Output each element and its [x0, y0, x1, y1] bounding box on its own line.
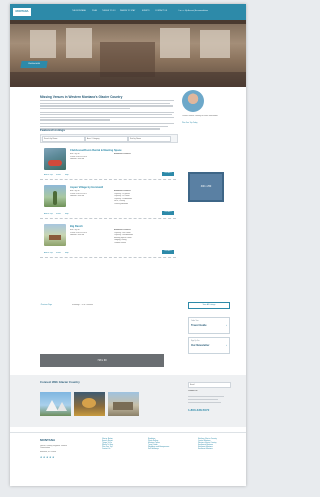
- nav-item[interactable]: EVENTS: [142, 10, 150, 12]
- ad-leaderboard[interactable]: 728 x 90: [40, 354, 164, 367]
- details-button[interactable]: DETAILS: [162, 172, 174, 176]
- contact-caption: Contact Glacier Country for more informa…: [182, 115, 218, 117]
- footer-link[interactable]: Contact Us: [102, 448, 113, 450]
- travel-guide-box[interactable]: Order Your Travel Guide ›: [188, 317, 230, 334]
- social-account-links[interactable]: f t ♥ ✉ ✈ My Account | Accommodations: [178, 10, 208, 12]
- view-all-button[interactable]: View All Listings: [188, 302, 230, 309]
- footer-links-col-3: Northern Glacier Country Central Montana…: [198, 438, 217, 450]
- footer-link[interactable]: Fall Getaways: [148, 448, 169, 450]
- share-link[interactable]: Share: [56, 213, 61, 215]
- connect-title: Connect With Glacier Country: [40, 380, 80, 384]
- page: MONTANA THE MONTANA PLAN THINGS TO DO WH…: [10, 4, 246, 486]
- details-button[interactable]: DETAILS: [162, 250, 174, 254]
- footer-links-col-2: Roadtrips Photo Gallery Montana Towns Tr…: [148, 438, 169, 450]
- arrow-right-icon: ›: [226, 343, 227, 347]
- listing-features-title: Additional Features: [114, 153, 131, 155]
- previous-page-link[interactable]: ‹ Previous Page: [40, 304, 52, 306]
- top-nav: MONTANA THE MONTANA PLAN THINGS TO DO WH…: [10, 4, 246, 20]
- contact-person-photo: [182, 90, 204, 112]
- footer-social-icons[interactable]: ★ ★ ★ ★ ★: [40, 456, 55, 459]
- page-title: Missing Venues in Western Montana's Glac…: [40, 95, 123, 99]
- phone-number[interactable]: 1-800-338-5072: [188, 408, 209, 412]
- newsletter-box[interactable]: Sign Up For Our Newsletter ›: [188, 337, 230, 354]
- filter-name-input[interactable]: Search by Name: [42, 135, 85, 142]
- nav-item[interactable]: THINGS TO DO: [102, 10, 116, 12]
- arrow-right-icon: ›: [226, 323, 227, 327]
- footer-logo[interactable]: MONTANA: [40, 438, 55, 442]
- social-photo[interactable]: [108, 392, 139, 416]
- listing-feature: Outdoor Venue: [114, 241, 127, 244]
- listing-image[interactable]: [44, 148, 66, 170]
- listing-title[interactable]: Big Ranch: [70, 225, 83, 228]
- plan-trip-link[interactable]: Plan Your Trip Today: [182, 122, 197, 124]
- listing-image[interactable]: [44, 185, 66, 207]
- montana-logo[interactable]: MONTANA: [13, 8, 31, 16]
- sort-select[interactable]: Sort by Name: [128, 135, 171, 142]
- map-link[interactable]: Map: [65, 213, 69, 215]
- listing-website[interactable]: Website: Visit Site: [70, 158, 84, 160]
- nav-item[interactable]: THE MONTANA: [72, 10, 86, 12]
- newsletter-email-input[interactable]: Email: [188, 382, 231, 388]
- footer-address-city: Missoula, MT 59808: [40, 451, 57, 453]
- add-to-trip-link[interactable]: Add to Trip: [44, 252, 53, 254]
- add-to-trip-link[interactable]: Add to Trip: [44, 213, 53, 215]
- listing-title[interactable]: Clubhouse/Room Rental & Meeting Space: [70, 149, 122, 152]
- footer-links-col-1: Glacier Nation Search Resort Things To D…: [102, 438, 113, 450]
- social-photo[interactable]: [40, 392, 71, 416]
- listing-website[interactable]: Website: Visit Site: [70, 234, 84, 236]
- share-link[interactable]: Share: [56, 174, 61, 176]
- listing-image[interactable]: [44, 224, 66, 246]
- map-link[interactable]: Map: [65, 252, 69, 254]
- listing-feature: Catering Available: [114, 202, 129, 205]
- ad-square[interactable]: 300 x 250: [188, 172, 224, 202]
- breadcrumb-tab[interactable]: Restaurants: [20, 61, 48, 68]
- nav-item[interactable]: PLAN: [92, 10, 97, 12]
- add-to-trip-link[interactable]: Add to Trip: [44, 174, 53, 176]
- filter-category-select[interactable]: Area / Category: [85, 135, 128, 142]
- nav-item[interactable]: WHERE TO STAY: [120, 10, 135, 12]
- footer-address: Glacier Country Regional Tourism Commiss…: [40, 445, 67, 450]
- featured-listings-title: Featured Listings: [40, 128, 66, 132]
- listing-website[interactable]: Website: Visit Site: [70, 195, 84, 197]
- results-count: Showing 1 - 3 of 3 Results: [72, 304, 93, 306]
- share-link[interactable]: Share: [56, 252, 61, 254]
- social-photo[interactable]: [74, 392, 105, 416]
- listing-title[interactable]: Aspen Village by Hurstwell: [70, 186, 103, 189]
- hero-image: [10, 20, 246, 87]
- footer-link[interactable]: Southeast Montana: [198, 448, 217, 450]
- map-link[interactable]: Map: [65, 174, 69, 176]
- nav-item[interactable]: CONTACT US: [155, 10, 167, 12]
- details-button[interactable]: DETAILS: [162, 211, 174, 215]
- contact-label: Contact Us: [188, 390, 198, 392]
- intro-paragraph: [40, 100, 176, 130]
